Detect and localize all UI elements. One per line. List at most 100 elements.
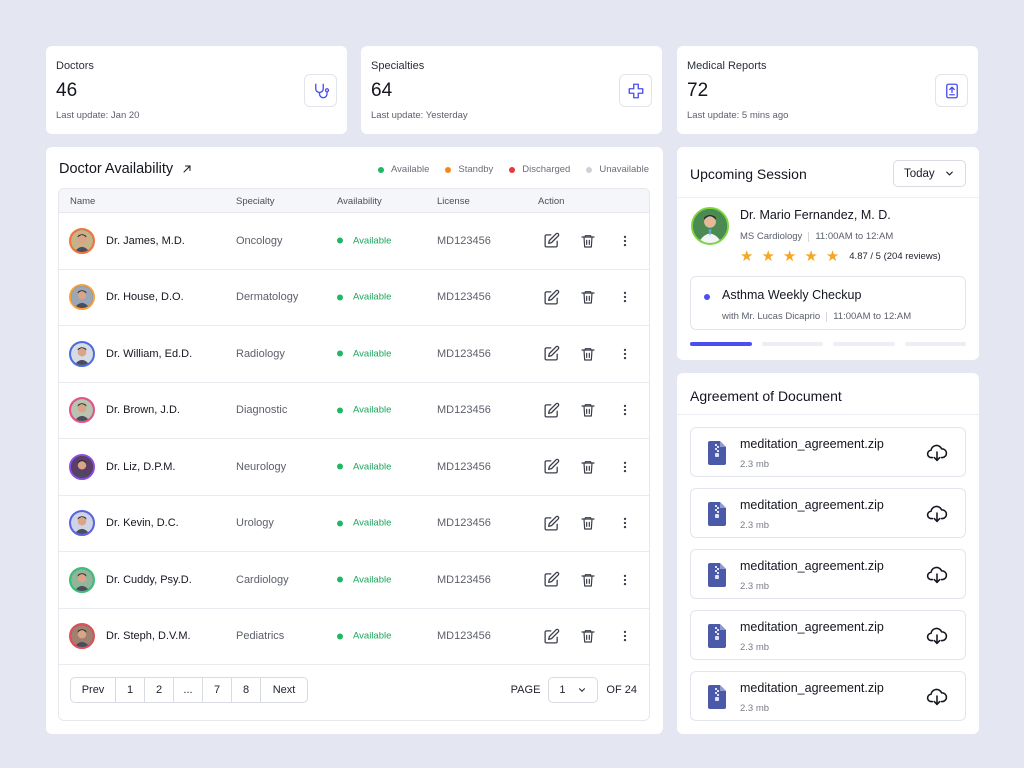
trash-icon[interactable] <box>578 400 598 420</box>
table-row[interactable]: Dr. House, D.O. Dermatology Available MD123… <box>59 270 649 326</box>
file-item[interactable]: meditation_agreement.zip 2.3 mb <box>690 610 966 660</box>
prev-page-button[interactable]: Prev <box>71 678 116 702</box>
table-row[interactable]: Dr. James, M.D. Oncology Available MD123456 <box>59 213 649 270</box>
doctor-name[interactable]: Dr. Cuddy, Psy.D. <box>106 574 192 586</box>
page-select-value: 1 <box>559 684 566 696</box>
doctor-name[interactable]: Dr. Steph, D.V.M. <box>106 630 191 642</box>
date-filter-value: Today <box>904 167 935 180</box>
doctor-specialty: Urology <box>236 517 274 530</box>
status-badge: Available <box>337 461 391 472</box>
stethoscope-icon[interactable] <box>304 74 337 107</box>
stat-label: Medical Reports <box>687 60 767 72</box>
stat-update: Last update: Yesterday <box>371 110 468 121</box>
doctor-availability-panel: Doctor Availability Available Standby Disc… <box>46 147 663 734</box>
doctor-name[interactable]: Dr. House, D.O. <box>106 291 184 303</box>
column-header-availability[interactable]: Availability <box>337 196 382 207</box>
edit-icon[interactable] <box>541 513 561 533</box>
session-item[interactable]: Asthma Weekly Checkup with Mr. Lucas Dic… <box>690 276 966 330</box>
session-patient: with Mr. Lucas Dicaprio <box>722 311 821 322</box>
doctor-name: Dr. Mario Fernandez, M. D. <box>740 208 891 222</box>
trash-icon[interactable] <box>578 513 598 533</box>
carousel-step-4[interactable] <box>904 342 966 346</box>
carousel-step-2[interactable] <box>761 342 823 346</box>
page-button-8[interactable]: 8 <box>232 678 261 702</box>
date-filter-dropdown[interactable]: Today <box>893 160 966 187</box>
table-row[interactable]: Dr. Steph, D.V.M. Pediatrics Available MD12… <box>59 609 649 665</box>
more-options-icon[interactable] <box>615 626 635 646</box>
avatar[interactable] <box>69 340 95 367</box>
cloud-download-icon[interactable] <box>926 503 948 525</box>
license-number: MD123456 <box>437 460 491 473</box>
doctor-name[interactable]: Dr. Liz, D.P.M. <box>106 461 175 473</box>
report-upload-icon[interactable] <box>935 74 968 107</box>
trash-icon[interactable] <box>578 287 598 307</box>
doctor-name[interactable]: Dr. Kevin, D.C. <box>106 517 179 529</box>
column-header-specialty[interactable]: Specialty <box>236 196 275 207</box>
trash-icon[interactable] <box>578 570 598 590</box>
avatar[interactable] <box>69 566 95 593</box>
table-row[interactable]: Dr. Liz, D.P.M. Neurology Available MD12345… <box>59 439 649 496</box>
page-select[interactable]: 1 <box>548 677 599 703</box>
cloud-download-icon[interactable] <box>926 442 948 464</box>
page-buttons: Prev 1 2 ... 7 8 Next <box>70 677 308 703</box>
doctor-name[interactable]: Dr. James, M.D. <box>106 235 185 247</box>
status-badge: Available <box>337 405 391 416</box>
avatar[interactable] <box>69 397 95 424</box>
avatar[interactable] <box>69 510 95 537</box>
cloud-download-icon[interactable] <box>926 564 948 586</box>
edit-icon[interactable] <box>541 626 561 646</box>
next-page-button[interactable]: Next <box>261 678 307 702</box>
table-row[interactable]: Dr. Brown, J.D. Diagnostic Available MD1234… <box>59 383 649 439</box>
page-button-1[interactable]: 1 <box>116 678 145 702</box>
file-item[interactable]: meditation_agreement.zip 2.3 mb <box>690 427 966 477</box>
status-dot <box>337 407 343 414</box>
file-item[interactable]: meditation_agreement.zip 2.3 mb <box>690 671 966 721</box>
trash-icon[interactable] <box>578 231 598 251</box>
avatar[interactable] <box>69 227 95 254</box>
page-button-2[interactable]: 2 <box>145 678 174 702</box>
rating-text: 4.87 / 5 (204 reviews) <box>849 251 941 262</box>
doctor-avatar[interactable] <box>691 207 729 245</box>
edit-icon[interactable] <box>541 231 561 251</box>
more-options-icon[interactable] <box>615 457 635 477</box>
avatar[interactable] <box>69 453 95 480</box>
external-link-icon[interactable] <box>181 163 193 175</box>
trash-icon[interactable] <box>578 344 598 364</box>
more-options-icon[interactable] <box>615 344 635 364</box>
edit-icon[interactable] <box>541 344 561 364</box>
cloud-download-icon[interactable] <box>926 625 948 647</box>
page-button-7[interactable]: 7 <box>203 678 232 702</box>
edit-icon[interactable] <box>541 287 561 307</box>
more-options-icon[interactable] <box>615 287 635 307</box>
doctor-name[interactable]: Dr. William, Ed.D. <box>106 348 192 360</box>
file-item[interactable]: meditation_agreement.zip 2.3 mb <box>690 549 966 599</box>
edit-icon[interactable] <box>541 400 561 420</box>
avatar[interactable] <box>69 623 95 650</box>
more-options-icon[interactable] <box>615 231 635 251</box>
edit-icon[interactable] <box>541 570 561 590</box>
table-row[interactable]: Dr. William, Ed.D. Radiology Available MD12… <box>59 326 649 383</box>
file-item[interactable]: meditation_agreement.zip 2.3 mb <box>690 488 966 538</box>
carousel-step-3[interactable] <box>833 342 895 346</box>
chevron-down-icon <box>579 688 586 692</box>
more-options-icon[interactable] <box>615 400 635 420</box>
cloud-download-icon[interactable] <box>926 686 948 708</box>
file-size: 2.3 mb <box>740 459 770 470</box>
avatar[interactable] <box>69 284 95 311</box>
carousel-step-1[interactable] <box>690 342 752 346</box>
more-options-icon[interactable] <box>615 513 635 533</box>
column-header-license[interactable]: License <box>437 196 470 207</box>
more-options-icon[interactable] <box>615 570 635 590</box>
edit-icon[interactable] <box>541 457 561 477</box>
column-header-name[interactable]: Name <box>70 196 95 207</box>
doctor-name[interactable]: Dr. Brown, J.D. <box>106 404 180 416</box>
doctor-specialty: Cardiology <box>236 573 289 586</box>
doctor-specialty: Oncology <box>236 234 283 247</box>
doctor-table: Name Specialty Availability License Acti… <box>58 188 650 721</box>
medical-cross-icon[interactable] <box>619 74 652 107</box>
table-row[interactable]: Dr. Cuddy, Psy.D. Cardiology Available MD12… <box>59 552 649 609</box>
license-number: MD123456 <box>437 517 491 530</box>
trash-icon[interactable] <box>578 457 598 477</box>
trash-icon[interactable] <box>578 626 598 646</box>
table-row[interactable]: Dr. Kevin, D.C. Urology Available MD123456 <box>59 496 649 552</box>
